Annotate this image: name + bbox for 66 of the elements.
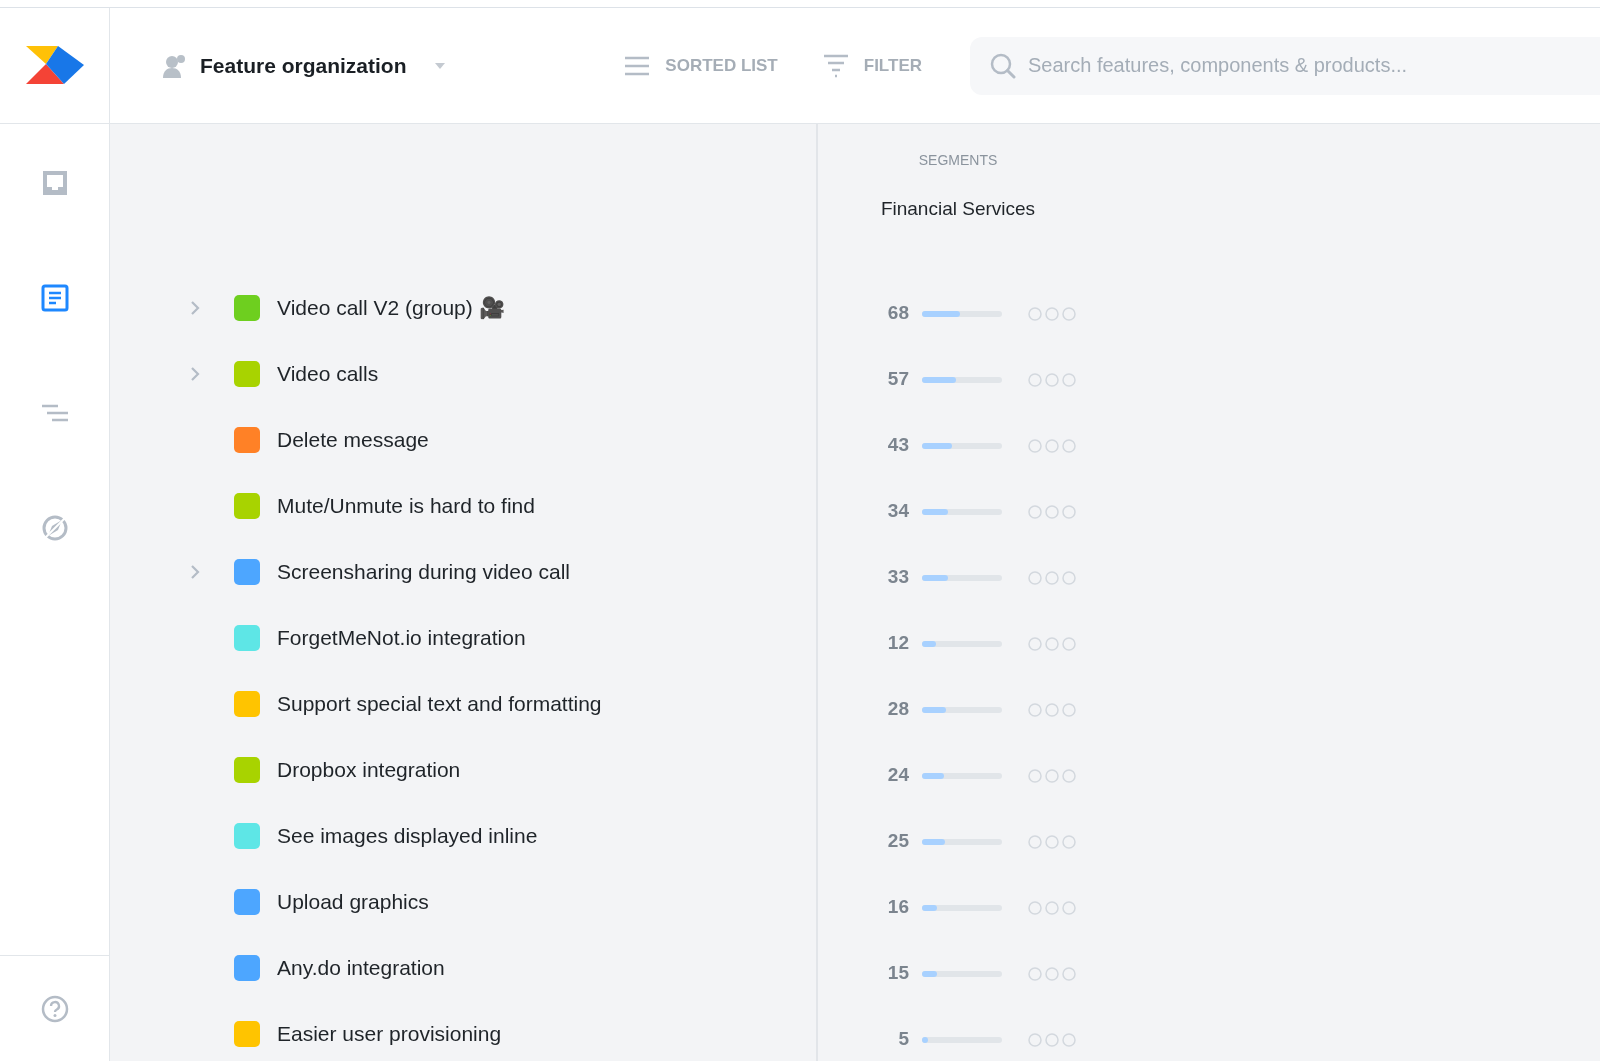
feature-row[interactable]: Video call V2 (group) 🎥 [190, 275, 816, 341]
rating-dots-icon[interactable] [1028, 371, 1076, 388]
segments-heading: SEGMENTS [918, 151, 998, 170]
score-value: 15 [886, 961, 909, 986]
feature-row[interactable]: Support special text and formatting [190, 671, 816, 737]
search-icon [990, 52, 1016, 79]
feature-row[interactable]: Screensharing during video call [190, 539, 816, 605]
score-value: 16 [886, 895, 909, 920]
score-value: 43 [886, 433, 909, 458]
inbox-icon[interactable] [40, 169, 69, 197]
segment-name: Financial Services [880, 197, 1036, 221]
feature-row[interactable]: Upload graphics [190, 869, 816, 935]
users-icon [162, 53, 188, 78]
feature-row[interactable]: Video calls [190, 341, 816, 407]
score-value: 25 [886, 829, 909, 854]
feature-row[interactable]: Delete message [190, 407, 816, 473]
rating-dots-icon[interactable] [1028, 965, 1076, 982]
logo-icon [25, 45, 84, 86]
rating-dots-icon[interactable] [1028, 1031, 1076, 1048]
feature-name[interactable]: Mute/Unmute is hard to find [277, 490, 535, 522]
feature-name[interactable]: Delete message [277, 424, 429, 456]
score-value: 68 [886, 301, 909, 326]
feature-name[interactable]: ForgetMeNot.io integration [277, 622, 526, 654]
feature-row[interactable]: See images displayed inline [190, 803, 816, 869]
rating-dots-icon[interactable] [1028, 305, 1076, 322]
score-value: 24 [886, 763, 909, 788]
score-value: 34 [886, 499, 909, 524]
filter-icon [823, 53, 848, 78]
caret-icon [434, 62, 445, 69]
feature-name[interactable]: Video call V2 (group) 🎥 [277, 292, 505, 324]
rating-dots-icon[interactable] [1028, 635, 1076, 652]
document-icon[interactable] [40, 284, 69, 312]
rating-dots-icon[interactable] [1028, 569, 1076, 586]
help-icon[interactable] [40, 994, 69, 1023]
compass-icon[interactable] [40, 514, 69, 542]
score-value: 57 [886, 367, 909, 392]
chevron-right-icon[interactable] [190, 300, 200, 316]
search-field[interactable]: Search features, components & products... [970, 36, 1600, 95]
score-value: 12 [886, 631, 909, 656]
rating-dots-icon[interactable] [1028, 833, 1076, 850]
rating-dots-icon[interactable] [1028, 437, 1076, 454]
rating-dots-icon[interactable] [1028, 701, 1076, 718]
chevron-right-icon[interactable] [190, 366, 200, 382]
feature-row[interactable]: Dropbox integration [190, 737, 816, 803]
rating-dots-icon[interactable] [1028, 899, 1076, 916]
workspace-dropdown[interactable]: Feature organization [162, 49, 445, 82]
feature-name[interactable]: Screensharing during video call [277, 556, 570, 588]
feature-name[interactable]: Upload graphics [277, 886, 429, 918]
list-icon [625, 55, 650, 76]
feature-name[interactable]: Any.do integration [277, 952, 445, 984]
chevron-right-icon[interactable] [190, 564, 200, 580]
score-value: 33 [886, 565, 909, 590]
feature-name[interactable]: Dropbox integration [277, 754, 461, 786]
feature-name[interactable]: Video calls [277, 358, 379, 390]
feature-row[interactable]: Any.do integration [190, 935, 816, 1001]
score-value: 5 [897, 1027, 909, 1052]
feature-name[interactable]: Easier user provisioning [277, 1018, 502, 1050]
rating-dots-icon[interactable] [1028, 767, 1076, 784]
feature-row[interactable]: Mute/Unmute is hard to find [190, 473, 816, 539]
feature-name[interactable]: See images displayed inline [277, 820, 538, 852]
feature-name[interactable]: Support special text and formatting [277, 688, 602, 720]
rating-dots-icon[interactable] [1028, 503, 1076, 520]
score-value: 28 [886, 697, 909, 722]
lines-icon[interactable] [40, 403, 69, 423]
feature-row[interactable]: ForgetMeNot.io integration [190, 605, 816, 671]
feature-row[interactable]: Easier user provisioning [190, 1001, 816, 1061]
